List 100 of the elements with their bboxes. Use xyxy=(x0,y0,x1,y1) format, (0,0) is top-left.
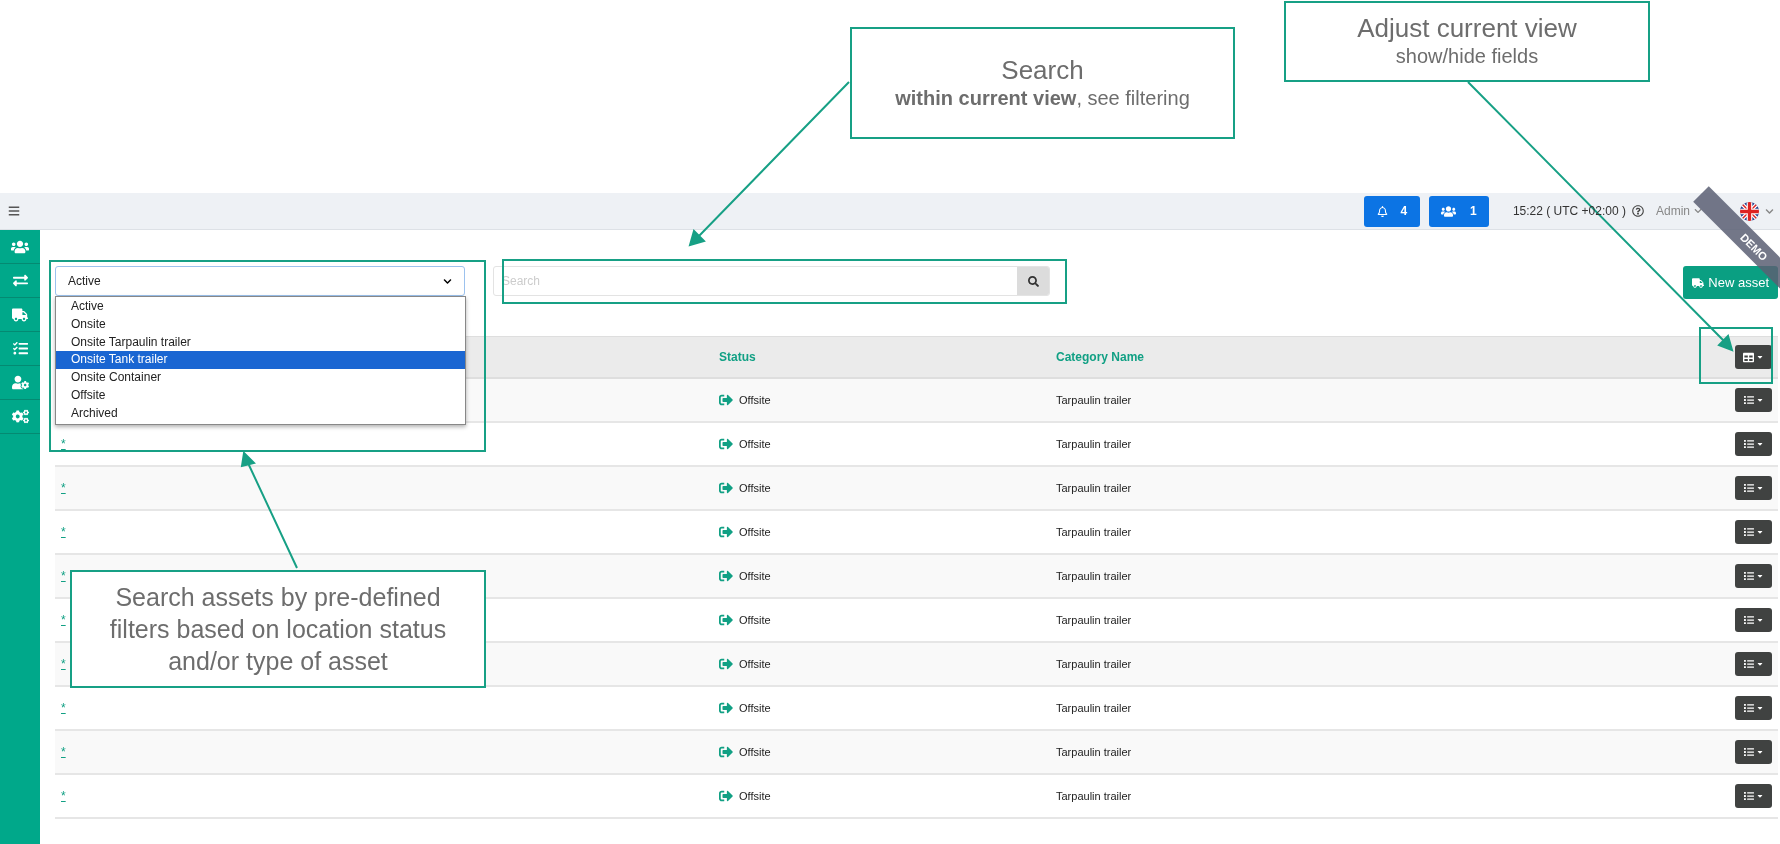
asset-link[interactable]: * xyxy=(61,525,66,539)
help-icon[interactable] xyxy=(1632,205,1644,217)
row-actions-button[interactable] xyxy=(1735,564,1772,588)
sign-out-icon xyxy=(719,393,733,407)
sign-out-icon xyxy=(719,613,733,627)
truck-icon xyxy=(1692,276,1705,289)
callout-title: Search xyxy=(1001,54,1084,85)
sign-out-icon xyxy=(719,789,733,803)
search-button[interactable] xyxy=(1017,267,1049,295)
filter-option[interactable]: Onsite xyxy=(56,315,465,334)
row-actions-button[interactable] xyxy=(1735,388,1772,412)
asset-link[interactable]: * xyxy=(61,745,66,759)
settings-icon xyxy=(11,408,29,425)
filter-option[interactable]: Onsite Tarpaulin trailer xyxy=(56,333,465,352)
filter-select[interactable]: Active xyxy=(55,266,465,296)
column-header[interactable]: Category Name xyxy=(1056,348,1735,366)
row-actions-button[interactable] xyxy=(1735,784,1772,808)
search-icon xyxy=(1027,275,1039,287)
status-text: Offsite xyxy=(739,436,771,452)
row-actions-button[interactable] xyxy=(1735,520,1772,544)
caret-icon xyxy=(1755,396,1764,404)
category-text: Tarpaulin trailer xyxy=(1056,524,1133,540)
asset-link[interactable]: * xyxy=(61,569,66,583)
status-text: Offsite xyxy=(739,788,771,804)
row-actions-button[interactable] xyxy=(1735,608,1772,632)
list-icon xyxy=(1743,439,1754,449)
caret-icon xyxy=(1755,572,1764,580)
callout-title: Adjust current view xyxy=(1357,13,1577,43)
category-text: Tarpaulin trailer xyxy=(1056,612,1133,628)
caret-icon xyxy=(1755,528,1764,536)
sign-out-icon xyxy=(719,701,733,715)
list-icon xyxy=(1743,615,1754,625)
caret-icon xyxy=(1755,748,1764,756)
caret-icon xyxy=(1755,660,1764,668)
list-icon xyxy=(1743,527,1754,537)
asset-link[interactable]: * xyxy=(61,657,66,671)
notifications-button[interactable]: 4 xyxy=(1363,195,1420,227)
user-menu[interactable]: Admin xyxy=(1656,202,1702,220)
users-button[interactable]: 1 xyxy=(1428,195,1489,227)
column-header[interactable]: Status xyxy=(719,348,1056,366)
category-text: Tarpaulin trailer xyxy=(1056,392,1133,408)
status-text: Offsite xyxy=(739,700,771,716)
status-text: Offsite xyxy=(739,612,771,628)
sign-out-icon xyxy=(719,525,733,539)
bell-icon xyxy=(1376,205,1388,217)
row-actions-button[interactable] xyxy=(1735,432,1772,456)
filter-option[interactable]: Archived xyxy=(56,404,465,423)
category-text: Tarpaulin trailer xyxy=(1056,436,1133,452)
callout-text: show/hide fields xyxy=(1395,44,1539,69)
row-actions-button[interactable] xyxy=(1735,652,1772,676)
caret-icon xyxy=(1755,792,1764,800)
category-text: Tarpaulin trailer xyxy=(1056,568,1133,584)
asset-link[interactable]: * xyxy=(61,789,66,803)
callout-text: Search assets by pre-defined filters based on location status and/or type of asset xyxy=(108,582,448,677)
status-text: Offsite xyxy=(739,568,771,584)
checklist-icon xyxy=(12,341,28,356)
category-text: Tarpaulin trailer xyxy=(1056,744,1133,760)
table-icon xyxy=(1743,351,1754,363)
callout-text: within current view, see filtering xyxy=(895,85,1190,111)
exchange-icon xyxy=(12,273,28,288)
user-gear-icon xyxy=(11,374,29,391)
filter-option[interactable]: Offsite xyxy=(56,387,465,405)
asset-link[interactable]: * xyxy=(61,481,66,495)
columns-button[interactable] xyxy=(1735,345,1772,369)
caret-icon xyxy=(1755,484,1764,492)
caret-icon xyxy=(1755,704,1764,712)
status-text: Offsite xyxy=(739,480,771,496)
status-text: Offsite xyxy=(739,656,771,672)
sign-out-icon xyxy=(719,657,733,671)
chevron-icon xyxy=(443,276,452,286)
category-text: Tarpaulin trailer xyxy=(1056,700,1133,716)
asset-link[interactable]: * xyxy=(61,613,66,627)
caret-icon xyxy=(1755,616,1764,624)
menu-icon[interactable] xyxy=(8,205,20,217)
new-asset-button[interactable]: New asset xyxy=(1683,266,1778,299)
row-actions-button[interactable] xyxy=(1735,476,1772,500)
list-icon xyxy=(1743,703,1754,713)
row-actions-button[interactable] xyxy=(1735,740,1772,764)
row-actions-button[interactable] xyxy=(1735,696,1772,720)
filter-option[interactable]: Active xyxy=(56,298,465,316)
sign-out-icon xyxy=(719,569,733,583)
list-icon xyxy=(1743,747,1754,757)
status-text: Offsite xyxy=(739,744,771,760)
asset-link[interactable]: * xyxy=(61,437,66,451)
sign-out-icon xyxy=(719,481,733,495)
users-icon xyxy=(1441,203,1457,219)
filter-option[interactable]: Onsite Container xyxy=(56,369,465,387)
chevron-icon[interactable] xyxy=(1765,206,1774,216)
flag-icon[interactable] xyxy=(1740,201,1759,221)
list-icon xyxy=(1743,395,1754,405)
caret-icon xyxy=(1756,353,1764,361)
sign-out-icon xyxy=(719,745,733,759)
list-icon xyxy=(1743,483,1754,493)
list-icon xyxy=(1743,571,1754,581)
filter-option[interactable]: Onsite Tank trailer xyxy=(56,351,465,370)
status-text: Offsite xyxy=(739,524,771,540)
chevron-icon xyxy=(1694,207,1702,215)
truck-icon xyxy=(12,306,28,323)
list-icon xyxy=(1743,791,1754,801)
asset-link[interactable]: * xyxy=(61,701,66,715)
